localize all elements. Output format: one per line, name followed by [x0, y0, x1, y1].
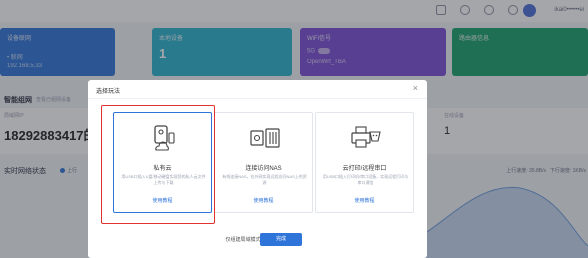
- tutorial-link[interactable]: 使用教程: [114, 197, 211, 204]
- dialog-divider: [88, 98, 427, 99]
- option-desc: 用USB口插入打印机/串口设备，实现远程打印与串口通信: [322, 174, 409, 185]
- close-icon[interactable]: ×: [413, 83, 418, 93]
- option-name: 云打印/远程串口: [342, 166, 387, 172]
- option-private-cloud[interactable]: 私有云 用USB口插入U盘/移动硬盘实现您的私人云文件上传与下载 使用教程: [113, 112, 212, 213]
- select-mode-dialog: 选择玩法 × 私有云 用USB口插入U盘/移动硬盘实现您的私人云文件上传与下载 …: [88, 80, 427, 258]
- confirm-button[interactable]: 完成: [260, 233, 302, 246]
- option-cloud-print[interactable]: 云打印/远程串口 用USB口插入打印机/串口设备，实现远程打印与串口通信 使用教…: [315, 112, 414, 213]
- option-desc: 用USB口插入U盘/移动硬盘实现您的私人云文件上传与下载: [121, 174, 206, 185]
- dialog-title: 选择玩法: [96, 89, 121, 95]
- option-nas[interactable]: 连接访问NAS 有线连接NAS，在外网实现远程访问NAS上的资源 使用教程: [214, 112, 313, 213]
- option-name: 连接访问NAS: [245, 166, 282, 172]
- option-desc: 有线连接NAS，在外网实现远程访问NAS上的资源: [222, 174, 307, 185]
- tutorial-link[interactable]: 使用教程: [316, 197, 413, 204]
- private-cloud-icon: [154, 125, 175, 151]
- option-name: 私有云: [153, 166, 172, 172]
- printer-icon: [351, 126, 381, 148]
- tutorial-link[interactable]: 使用教程: [215, 197, 312, 204]
- nas-icon: [250, 128, 280, 148]
